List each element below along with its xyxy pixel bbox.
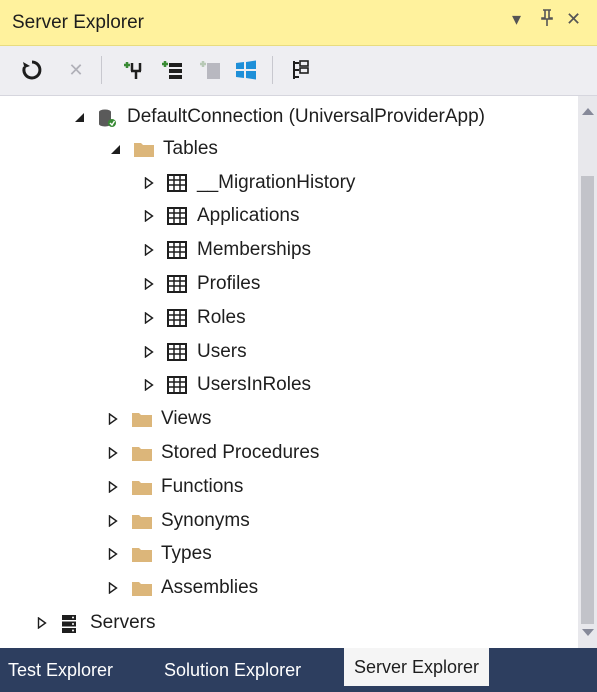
collapsed-arrow-icon[interactable] [141,175,157,191]
folder-icon [131,512,152,530]
folder-icon [133,140,154,158]
servers-label: Servers [90,612,156,633]
toolbar-separator [101,56,102,84]
tree-node-table[interactable]: Memberships [0,234,311,266]
database-icon [97,108,117,127]
tree-node-table[interactable]: Users [0,336,247,368]
folder-icon [131,579,152,597]
collapsed-arrow-icon[interactable] [141,377,157,393]
folder-label: Stored Procedures [161,442,320,463]
collapsed-arrow-icon[interactable] [105,479,121,495]
collapsed-arrow-icon[interactable] [141,276,157,292]
table-label: Profiles [197,273,261,294]
folder-label: Synonyms [161,510,250,531]
connect-to-azure-icon[interactable] [234,58,258,82]
toolbar-separator [272,56,273,84]
collapsed-arrow-icon[interactable] [105,411,121,427]
toolbar: ✕ [0,46,597,96]
collapsed-arrow-icon[interactable] [105,546,121,562]
connect-to-server-icon[interactable] [160,58,184,82]
window-menu-dropdown-icon[interactable]: ▾ [512,9,521,30]
pin-icon[interactable] [540,9,554,32]
server-explorer-tree[interactable]: DefaultConnection (UniversalProviderApp)… [0,96,578,648]
tree-node-servers[interactable]: Servers [0,607,155,639]
collapsed-arrow-icon[interactable] [105,445,121,461]
table-label: __MigrationHistory [197,172,356,193]
connect-to-database-icon[interactable] [122,58,146,82]
collapsed-arrow-icon[interactable] [141,208,157,224]
table-icon [167,241,187,259]
table-icon [167,309,187,327]
bottom-tab-bar: Test Explorer Solution Explorer Server E… [0,648,597,692]
tree-node-folder[interactable]: Synonyms [0,505,250,537]
folder-label: Views [161,408,212,429]
table-label: Roles [197,307,246,328]
tree-node-table[interactable]: UsersInRoles [0,369,311,401]
table-icon [167,174,187,192]
table-label: Users [197,341,247,362]
tree-node-folder[interactable]: Assemblies [0,572,258,604]
table-label: Memberships [197,239,312,260]
server-icon [60,614,80,633]
window-title: Server Explorer [12,12,144,33]
expanded-arrow-icon[interactable] [107,141,123,157]
tree-node-folder[interactable]: Views [0,403,211,435]
folder-label: Assemblies [161,577,259,598]
folder-label: Types [161,543,212,564]
collapsed-arrow-icon[interactable] [105,513,121,529]
table-icon [167,275,187,293]
tree-node-table[interactable]: __MigrationHistory [0,167,355,199]
tree-node-folder[interactable]: Stored Procedures [0,437,319,469]
folder-label: Functions [161,476,244,497]
tab-solution-explorer[interactable]: Solution Explorer [164,648,301,692]
refresh-icon[interactable] [20,58,44,82]
tree-node-table[interactable]: Profiles [0,268,260,300]
tab-server-explorer[interactable]: Server Explorer [344,648,490,686]
collapsed-arrow-icon[interactable] [34,615,50,631]
scroll-down-arrow-icon[interactable] [582,629,594,636]
expanded-arrow-icon[interactable] [71,109,87,125]
tables-label: Tables [163,138,218,159]
table-label: UsersInRoles [197,374,312,395]
table-label: Applications [197,205,300,226]
folder-icon [131,478,152,496]
vertical-scrollbar[interactable] [578,96,597,648]
connect-to-sharepoint-icon [198,58,222,82]
table-icon [167,207,187,225]
table-icon [167,376,187,394]
collapsed-arrow-icon[interactable] [141,344,157,360]
table-icon [167,343,187,361]
scrollbar-thumb[interactable] [581,176,594,624]
close-icon[interactable]: ✕ [566,9,581,30]
folder-icon [131,545,152,563]
collapsed-arrow-icon[interactable] [141,310,157,326]
scroll-up-arrow-icon[interactable] [582,108,594,115]
properties-icon[interactable] [290,58,314,82]
tree-node-folder[interactable]: Types [0,538,212,570]
title-bar: Server Explorer ▾ ✕ [0,0,597,46]
tree-node-connection[interactable]: DefaultConnection (UniversalProviderApp) [0,101,485,133]
collapsed-arrow-icon[interactable] [141,242,157,258]
tree-node-folder[interactable]: Functions [0,471,243,503]
folder-icon [131,410,152,428]
tree-node-table[interactable]: Roles [0,302,246,334]
connection-label: DefaultConnection (UniversalProviderApp) [127,106,486,127]
tree-node-tables[interactable]: Tables [0,133,218,165]
tree-node-table[interactable]: Applications [0,200,299,232]
tab-test-explorer[interactable]: Test Explorer [8,648,113,692]
folder-icon [131,444,152,462]
collapsed-arrow-icon[interactable] [105,580,121,596]
stop-icon: ✕ [68,59,84,80]
